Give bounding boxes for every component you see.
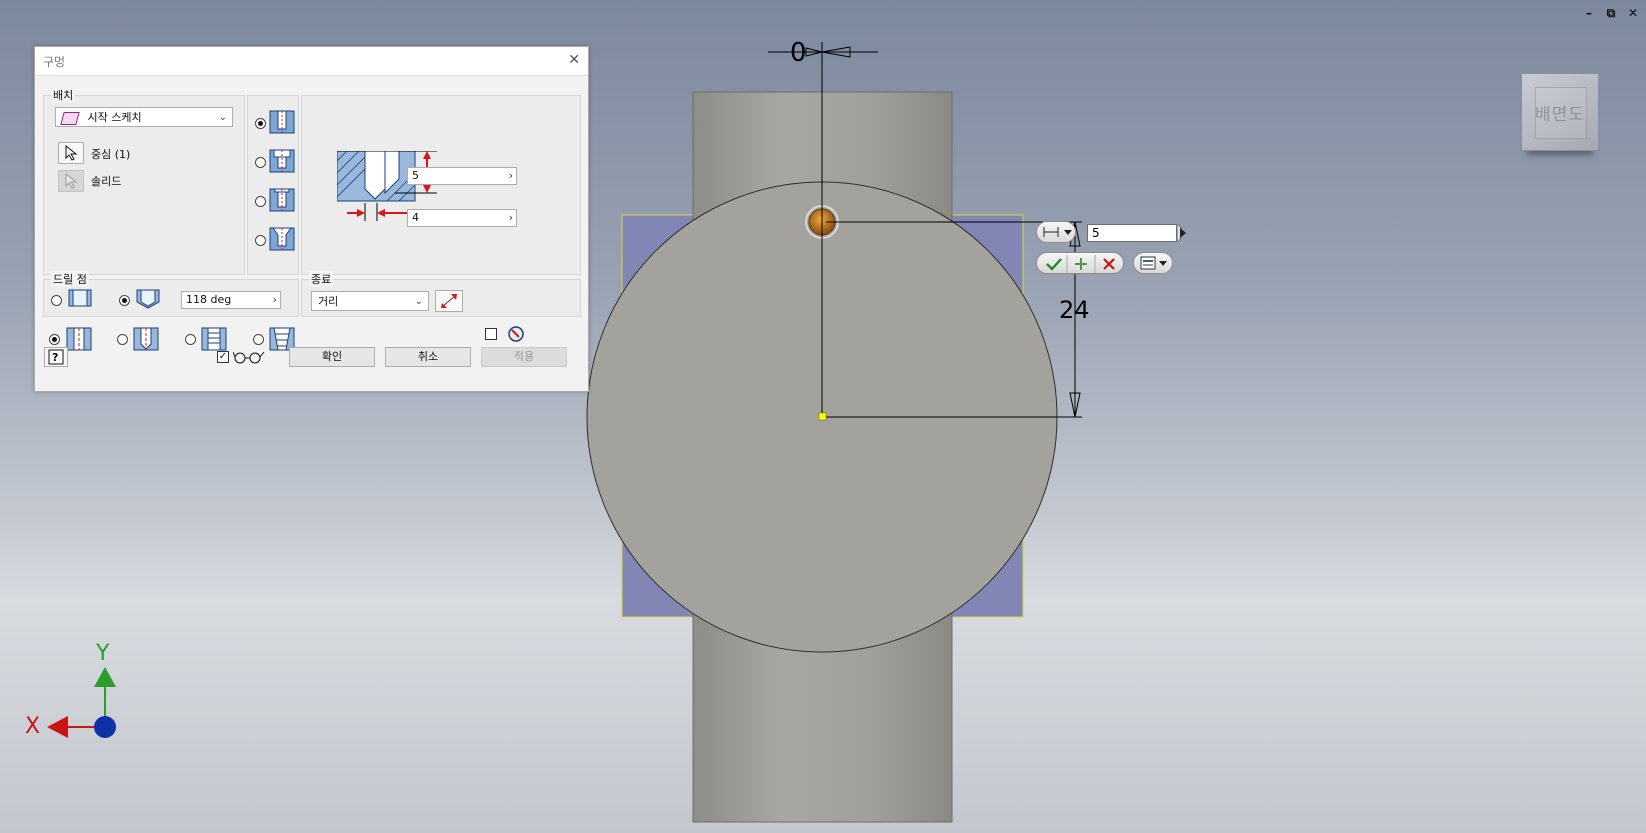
thread-taper-radio[interactable] — [253, 334, 264, 345]
dimension-type-dropdown[interactable] — [1036, 221, 1076, 243]
tapped-hole-icon — [201, 327, 227, 351]
inline-actions — [1036, 252, 1124, 274]
thread-tapped-radio[interactable] — [185, 334, 196, 345]
dialog-close-icon[interactable]: ✕ — [568, 52, 580, 68]
accept-icon[interactable] — [1046, 258, 1062, 271]
dialog-title: 구멍 — [43, 55, 66, 69]
drill-point-flat-radio[interactable] — [51, 295, 62, 306]
depth-arrow-icon[interactable]: › — [509, 168, 513, 184]
diameter-value: 4 — [412, 211, 419, 224]
hole-type-countersink-radio[interactable] — [255, 235, 266, 246]
gauge-icon[interactable] — [507, 325, 525, 343]
termination-selected: 거리 — [318, 295, 339, 308]
ok-button[interactable]: 확인 — [289, 347, 375, 367]
horizontal-dimension-icon — [1043, 227, 1072, 237]
center-point[interactable] — [818, 412, 827, 421]
flip-direction-icon — [441, 294, 457, 308]
cursor-arrow-icon-disabled — [65, 173, 78, 189]
help-button[interactable]: ? — [44, 347, 68, 367]
drill-angle-input[interactable]: 118 deg › — [181, 291, 281, 309]
hole-type-spotface-radio[interactable] — [255, 196, 266, 207]
depth-value: 5 — [412, 169, 419, 182]
chevron-down-icon: ⌄ — [414, 296, 423, 307]
thread-clearance-radio[interactable] — [117, 334, 128, 345]
angle-drill-point-icon — [136, 289, 160, 309]
depth-input[interactable]: 5 › — [407, 167, 517, 185]
counterbore-hole-icon — [269, 149, 295, 173]
drill-point-label: 드릴 점 — [51, 271, 89, 287]
svg-text:?: ? — [52, 351, 58, 364]
solid-pick-button[interactable] — [58, 170, 84, 192]
flip-direction-button[interactable] — [435, 290, 463, 312]
axis-x-label: X — [25, 714, 41, 739]
options-menu-button[interactable] — [1133, 252, 1173, 274]
center-pick-button[interactable] — [58, 142, 84, 164]
drill-angle-value: 118 deg — [186, 293, 232, 306]
reject-icon[interactable] — [1103, 258, 1115, 270]
options-menu-icon — [1140, 256, 1167, 270]
clearance-hole-icon — [133, 327, 159, 351]
drill-angle-arrow-icon[interactable]: › — [273, 292, 277, 308]
dimension-value-input[interactable]: 5 — [1087, 224, 1177, 242]
flat-drill-point-icon — [68, 289, 92, 307]
thread-simple-radio[interactable] — [49, 334, 60, 345]
center-label: 중심 (1) — [91, 148, 131, 161]
preview-checkbox[interactable]: ✓ — [217, 351, 229, 363]
diameter-input[interactable]: 4 › — [407, 209, 517, 227]
hole-type-simple-radio[interactable] — [255, 118, 266, 129]
cursor-arrow-icon — [65, 145, 78, 161]
cancel-button[interactable]: 취소 — [385, 347, 471, 367]
expand-arrow-icon[interactable] — [1176, 222, 1190, 244]
placement-selected: 시작 스케치 — [87, 111, 142, 124]
placement-dropdown[interactable]: 시작 스케치 ⌄ — [55, 107, 233, 127]
drill-point-angle-radio[interactable] — [119, 295, 130, 306]
simple-hole-icon — [269, 110, 295, 134]
glasses-preview-icon — [233, 351, 265, 364]
dimension-zero-label[interactable]: 0 — [790, 38, 807, 68]
placement-label: 배치 — [51, 87, 76, 103]
diameter-arrow-icon[interactable]: › — [509, 210, 513, 226]
countersink-hole-icon — [269, 227, 295, 251]
apply-button[interactable]: 적용 — [481, 347, 567, 367]
sketch-icon — [60, 111, 80, 125]
termination-dropdown[interactable]: 거리 ⌄ — [311, 291, 429, 311]
solid-label: 솔리드 — [91, 175, 122, 188]
axis-y-label: Y — [96, 641, 110, 666]
axis-triad — [47, 667, 116, 738]
simple-thread-icon — [66, 327, 92, 351]
dialog-titlebar[interactable]: 구멍 ✕ — [35, 47, 588, 76]
hole-dialog: 구멍 ✕ 배치 시작 스케치 ⌄ 중심 (1) 솔리드 5 › 4 › 드릴 점… — [34, 46, 589, 392]
spotface-hole-icon — [269, 188, 295, 212]
dimension-24-label[interactable]: 24 — [1059, 296, 1090, 324]
hole-type-counterbore-radio[interactable] — [255, 157, 266, 168]
chevron-down-icon: ⌄ — [218, 112, 227, 123]
help-icon: ? — [48, 349, 64, 365]
add-icon[interactable] — [1075, 258, 1087, 270]
infer-ifeature-checkbox[interactable] — [485, 328, 497, 340]
termination-label: 종료 — [309, 271, 334, 287]
